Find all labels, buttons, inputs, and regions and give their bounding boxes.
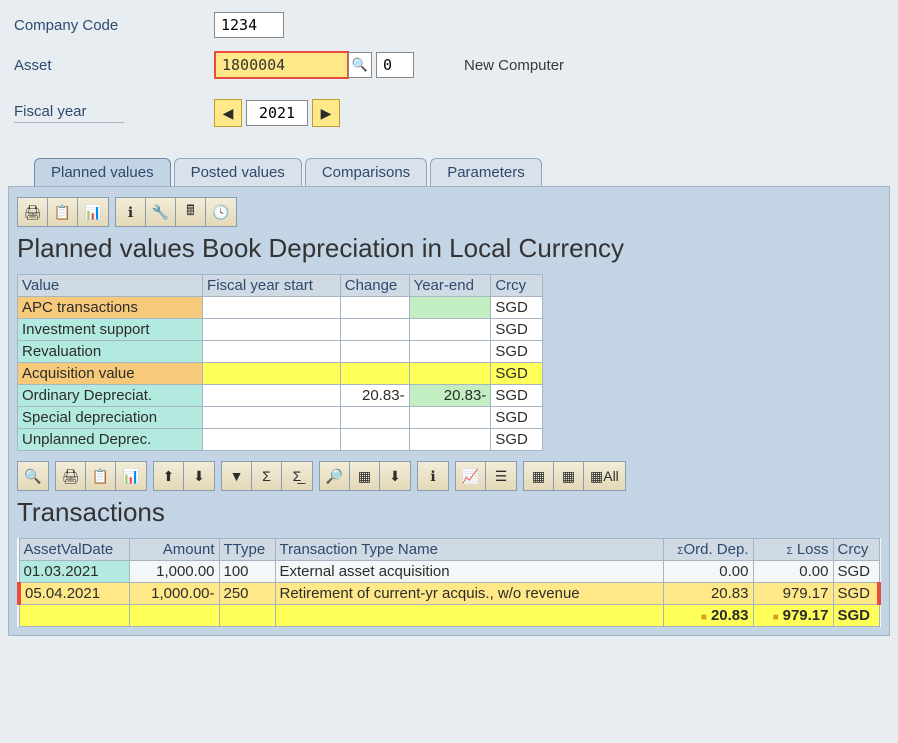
sum-button[interactable]: Σ (252, 462, 282, 490)
spreadsheet-icon: 📊 (84, 204, 101, 221)
asset-label: Asset (14, 57, 214, 74)
select-layout2-button[interactable]: ▦ (554, 462, 584, 490)
calc-button[interactable]: 🖩 (176, 198, 206, 226)
total-row: ■20.83■979.17SGD (19, 605, 879, 627)
company-code-input[interactable] (214, 12, 284, 38)
sort-asc-icon: ⬆ (163, 468, 175, 485)
abc-icon: ☰ (495, 468, 508, 485)
tab-planned-values[interactable]: Planned values (34, 158, 171, 186)
table-row[interactable]: Acquisition valueSGD (18, 363, 543, 385)
col-yearend[interactable]: Year-end (409, 275, 491, 297)
tab-comparisons[interactable]: Comparisons (305, 158, 427, 186)
table-row[interactable]: Ordinary Depreciat.20.83-20.83-SGD (18, 385, 543, 407)
magnifier-icon: 🔍 (24, 468, 41, 485)
fiscal-year-label: Fiscal year (14, 103, 124, 123)
toolbar-transactions: 🔍 🖨 📋 📊 ⬆ ⬇ ▼ Σ Σ̲ 🔎 ▦ ⬇ ℹ 📈 (17, 461, 881, 491)
download-icon: ⬇ (389, 468, 401, 485)
col-fystart[interactable]: Fiscal year start (203, 275, 341, 297)
asset-input[interactable] (214, 51, 349, 79)
panel-planned-values: 🖨 📋 📊 ℹ 🔧 🖩 🕓 Planned values Book Deprec… (8, 186, 890, 636)
export-x-button[interactable]: 📊 (78, 198, 108, 226)
export-icon: 📋 (54, 204, 71, 221)
layout-icon: ▦ (562, 468, 575, 485)
subtotal-button[interactable]: Σ̲ (282, 462, 312, 490)
chevron-left-icon: ◀ (223, 105, 234, 122)
fiscal-year-prev-button[interactable]: ◀ (214, 99, 242, 127)
table-row[interactable]: 05.04.20211,000.00-250Retirement of curr… (19, 583, 879, 605)
tool-icon: 🔧 (152, 204, 169, 221)
print-button[interactable]: 🖨 (18, 198, 48, 226)
asset-subnumber-input[interactable] (376, 52, 414, 78)
table-row[interactable]: Special depreciationSGD (18, 407, 543, 429)
find-button[interactable]: 🔎 (320, 462, 350, 490)
select-all-button[interactable]: ▦All (584, 462, 625, 490)
search-icon: 🔎 (326, 468, 343, 485)
fiscal-year-input[interactable] (246, 100, 308, 126)
tool1-button[interactable]: 🔧 (146, 198, 176, 226)
print-icon: 🖨 (24, 204, 42, 221)
tcol-orddep[interactable]: ΣOrd. Dep. (663, 539, 753, 561)
tcol-amount[interactable]: Amount (129, 539, 219, 561)
details-button[interactable]: ℹ (116, 198, 146, 226)
layout-icon: ▦ (590, 468, 603, 485)
table-row[interactable]: APC transactionsSGD (18, 297, 543, 319)
chart-icon: 📈 (462, 468, 479, 485)
planned-title: Planned values Book Depreciation in Loca… (17, 233, 881, 264)
calculator-icon: 🖩 (186, 200, 194, 224)
tcol-loss[interactable]: Σ Loss (753, 539, 833, 561)
chevron-right-icon: ▶ (321, 105, 332, 122)
export-icon: 📋 (92, 468, 109, 485)
sort-desc-button[interactable]: ⬇ (184, 462, 214, 490)
col-crcy[interactable]: Crcy (491, 275, 543, 297)
detail-trans-button[interactable]: 🔍 (18, 462, 48, 490)
asset-description: New Computer (464, 57, 564, 74)
table-row[interactable]: RevaluationSGD (18, 341, 543, 363)
filter-icon: ▼ (230, 468, 244, 484)
sort-asc-button[interactable]: ⬆ (154, 462, 184, 490)
tcol-date[interactable]: AssetValDate (19, 539, 129, 561)
tab-strip: Planned values Posted values Comparisons… (0, 158, 898, 186)
spreadsheet-icon: 📊 (122, 468, 139, 485)
filter-button[interactable]: ▼ (222, 462, 252, 490)
graphic-button[interactable]: 📈 (456, 462, 486, 490)
export-o-button[interactable]: 📋 (48, 198, 78, 226)
table-row[interactable]: 01.03.20211,000.00100External asset acqu… (19, 561, 879, 583)
exp2-trans-button[interactable]: 📊 (116, 462, 146, 490)
info-trans-button[interactable]: ℹ (418, 462, 448, 490)
clock-button[interactable]: 🕓 (206, 198, 236, 226)
tcol-ttype[interactable]: TType (219, 539, 275, 561)
layout-icon: ▦ (532, 468, 545, 485)
table-row[interactable]: Investment supportSGD (18, 319, 543, 341)
col-value[interactable]: Value (18, 275, 203, 297)
tab-parameters[interactable]: Parameters (430, 158, 542, 186)
sum-icon: Σ (262, 468, 271, 484)
toolbar-planned: 🖨 📋 📊 ℹ 🔧 🖩 🕓 (17, 197, 881, 227)
sort-desc-icon: ⬇ (193, 468, 205, 485)
transactions-table: AssetValDate Amount TType Transaction Ty… (17, 538, 881, 627)
exp1-trans-button[interactable]: 📋 (86, 462, 116, 490)
info-icon: ℹ (430, 468, 435, 485)
layout-button[interactable]: ▦ (350, 462, 380, 490)
abc-button[interactable]: ☰ (486, 462, 516, 490)
print-icon: 🖨 (62, 468, 80, 485)
search-icon: 🔍 (352, 57, 368, 73)
clock-icon: 🕓 (212, 204, 229, 221)
planned-table: Value Fiscal year start Change Year-end … (17, 274, 543, 451)
asset-search-button[interactable]: 🔍 (348, 52, 372, 78)
transactions-title: Transactions (17, 497, 881, 528)
download-button[interactable]: ⬇ (380, 462, 410, 490)
table-row[interactable]: Unplanned Deprec.SGD (18, 429, 543, 451)
tcol-ttname[interactable]: Transaction Type Name (275, 539, 663, 561)
grid-icon: ▦ (358, 468, 371, 485)
select-layout1-button[interactable]: ▦ (524, 462, 554, 490)
subtotal-icon: Σ̲ (293, 468, 302, 484)
info-icon: ℹ (128, 204, 133, 221)
print-trans-button[interactable]: 🖨 (56, 462, 86, 490)
col-change[interactable]: Change (340, 275, 409, 297)
tab-posted-values[interactable]: Posted values (174, 158, 302, 186)
fiscal-year-next-button[interactable]: ▶ (312, 99, 340, 127)
company-code-label: Company Code (14, 17, 214, 34)
tcol-crcy[interactable]: Crcy (833, 539, 879, 561)
